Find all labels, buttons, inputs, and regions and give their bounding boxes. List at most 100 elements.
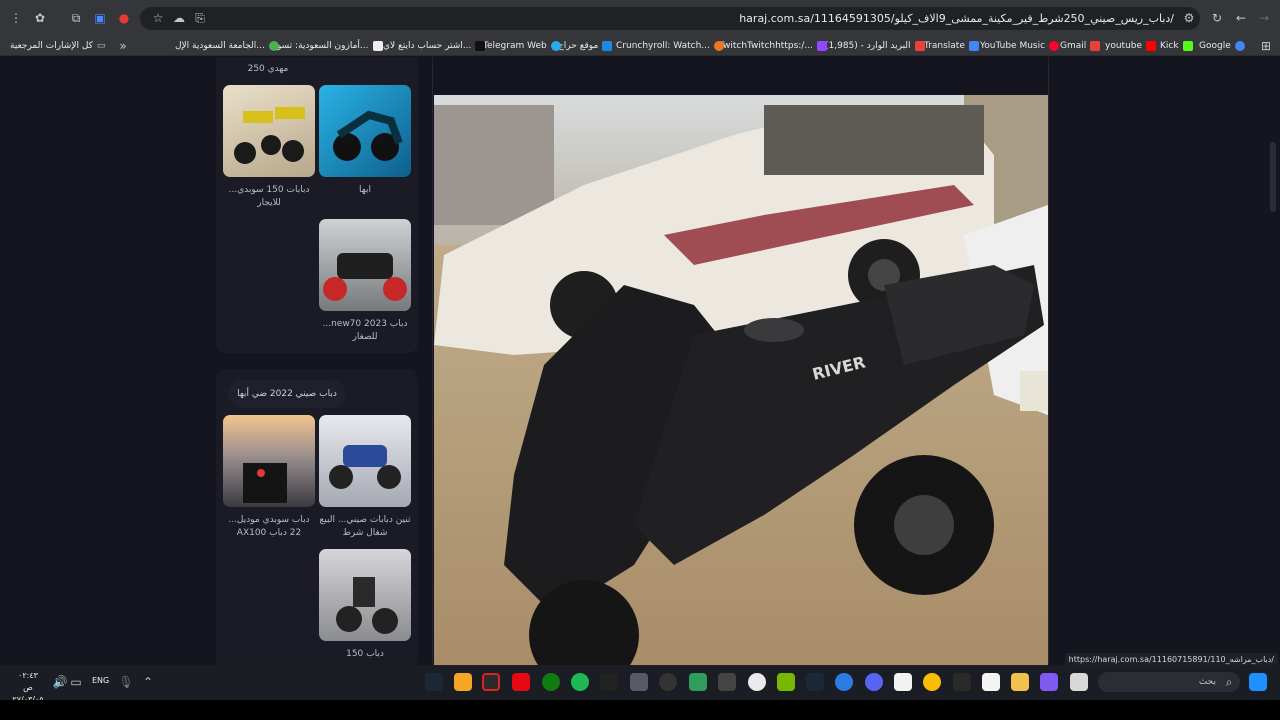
cruiser-image [336,577,398,634]
volume-icon[interactable]: 🔊 [52,674,68,690]
menu-icon[interactable]: ⋮ [8,10,24,26]
section-title[interactable]: دباب صيني 2022 ضي أبها [228,380,346,408]
status-url: https://haraj.com.sa/11160715891/110_دبا… [1064,653,1278,665]
screen-bottom [0,700,1280,720]
netflix-icon[interactable] [512,673,530,691]
listing-thumb[interactable] [319,549,411,641]
listing-thumb[interactable] [223,415,315,507]
taskbar: ٠٢:٤٣ ص٢٧/٠٣/٠٥ 🔊 ▭ ENG 🎙 ⌃ بحث ⌕ [0,665,1280,704]
listing-caption[interactable]: تنين دبابات صيني... البيع شغال شرط [319,514,411,540]
listing-caption[interactable]: ابها [319,184,411,197]
bookmark-4[interactable]: YouTube Music [980,38,1060,54]
taskbar-search[interactable]: بحث [1098,672,1240,692]
page-content: مهدي 250 ابها دبابات 150 سوبدي... للايجا… [0,57,1280,665]
forward-icon[interactable]: → [1256,10,1272,26]
taskview-icon[interactable] [1070,673,1088,691]
bookmark-12[interactable]: أمازون السعودية: تسو... [277,38,383,54]
bookmark-11[interactable]: اشتر حساب دايتع لاي... [383,38,486,54]
browser-toolbar: ⋮ ✿ ⧉ ▣ ● ☆ ☁ ⎘ haraj.com.sa/11164591305… [0,0,1280,36]
app-icon[interactable] [659,673,677,691]
all-bookmarks[interactable]: كل الإشارات المرجعية ▭ [10,38,105,54]
quad-blue-image [329,445,401,489]
scooter-image [333,110,403,161]
discord-icon[interactable] [865,673,883,691]
record-icon[interactable]: ● [116,10,132,26]
epic-icon[interactable] [953,673,971,691]
app-icon[interactable] [600,673,618,691]
listing-thumb[interactable] [319,415,411,507]
spotify-icon[interactable] [571,673,589,691]
app-icon[interactable] [482,673,500,691]
xbox-icon[interactable] [542,673,560,691]
apps-icon[interactable]: ⊞ [1258,38,1274,54]
site-settings-icon[interactable]: ⚙ [1181,10,1197,26]
divider [432,57,433,665]
sunset-bike-image [243,463,287,503]
mail-icon [914,41,925,51]
network-icon[interactable]: ▭ [68,674,84,690]
back-icon[interactable]: ← [1233,10,1249,26]
bookmark-9[interactable]: موقع حراج [558,38,613,54]
listing-caption[interactable]: دباب 150 [319,648,411,661]
translate-bookmark-icon [968,41,979,51]
app-icon[interactable] [748,673,766,691]
listing-thumb[interactable] [319,219,411,311]
app-icon[interactable] [454,673,472,691]
language-indicator[interactable]: ENG [92,676,109,685]
telegram-icon [550,41,561,51]
listing-thumb[interactable] [223,85,315,177]
bookmark-13[interactable]: الجامعة السعودية الإل... [175,38,279,54]
windows-start-icon[interactable] [1249,673,1267,691]
nvidia-icon[interactable] [777,673,795,691]
bookmark-2[interactable]: youtube [1105,38,1157,54]
chevron-more-icon[interactable]: » [115,38,131,54]
listing-thumb[interactable] [319,85,411,177]
bookmark-7[interactable]: TwitchTwitchhttps:/... [719,38,827,54]
mic-icon[interactable]: 🎙 [118,674,134,690]
app-icon[interactable] [835,673,853,691]
university-icon [268,41,279,51]
chrome-icon[interactable] [923,673,941,691]
google-icon [1234,41,1245,51]
bookmark-3[interactable]: Gmail [1060,38,1101,54]
search-icon[interactable]: ⌕ [1221,674,1237,690]
steam-icon[interactable] [425,673,443,691]
chevron-up-icon[interactable]: ⌃ [140,674,156,690]
bookmark-5[interactable]: Translate [924,38,979,54]
puzzle-icon[interactable]: ⧉ [68,10,84,26]
bookmark-6[interactable]: (1,985) - البريد الوارد [825,38,925,54]
file-icon[interactable] [894,673,912,691]
yellow-bikes-image [234,107,305,164]
folder-icon[interactable] [1011,673,1029,691]
install-icon[interactable]: ⎘ [192,10,208,26]
extension-icon[interactable]: ✿ [32,10,48,26]
translate-icon[interactable]: ▣ [92,10,108,26]
listing-photo[interactable]: RIVER [434,95,1048,665]
cloud-icon[interactable]: ☁ [171,10,187,26]
star-icon[interactable]: ☆ [150,10,166,26]
store-icon[interactable] [982,673,1000,691]
listing-caption[interactable]: دباب سوبدي موديل... 22 دباب AX100 [223,514,315,540]
folder-icon: ▭ [96,41,106,51]
scrollbar[interactable] [1270,142,1276,212]
bookmark-10[interactable]: Telegram Web [483,38,561,54]
youtube-icon [1146,41,1157,51]
youtube-music-icon [1049,41,1060,51]
divider [1048,57,1049,665]
app-icon[interactable] [718,673,736,691]
app-icon[interactable] [689,673,707,691]
copilot-icon[interactable] [1040,673,1058,691]
gmail-icon [1090,41,1101,51]
reload-icon[interactable]: ↻ [1209,10,1225,26]
bookmark-8[interactable]: Crunchyroll: Watch... [616,38,724,54]
crunchyroll-icon [713,41,724,51]
bookmark-0[interactable]: Google [1199,38,1245,54]
app-icon[interactable] [630,673,648,691]
haraj-icon [602,41,613,51]
bookmarks-bar: ⊞ Google Kick youtube Gmail YouTube Musi… [0,36,1280,56]
bookmark-1[interactable]: Kick [1160,38,1193,54]
listing-caption[interactable]: دباب 2023 new70... للصغار [319,318,411,344]
twitch-icon [816,41,827,51]
listing-caption[interactable]: دبابات 150 سوبدي... للايجار [223,184,315,210]
steam-icon[interactable] [806,673,824,691]
